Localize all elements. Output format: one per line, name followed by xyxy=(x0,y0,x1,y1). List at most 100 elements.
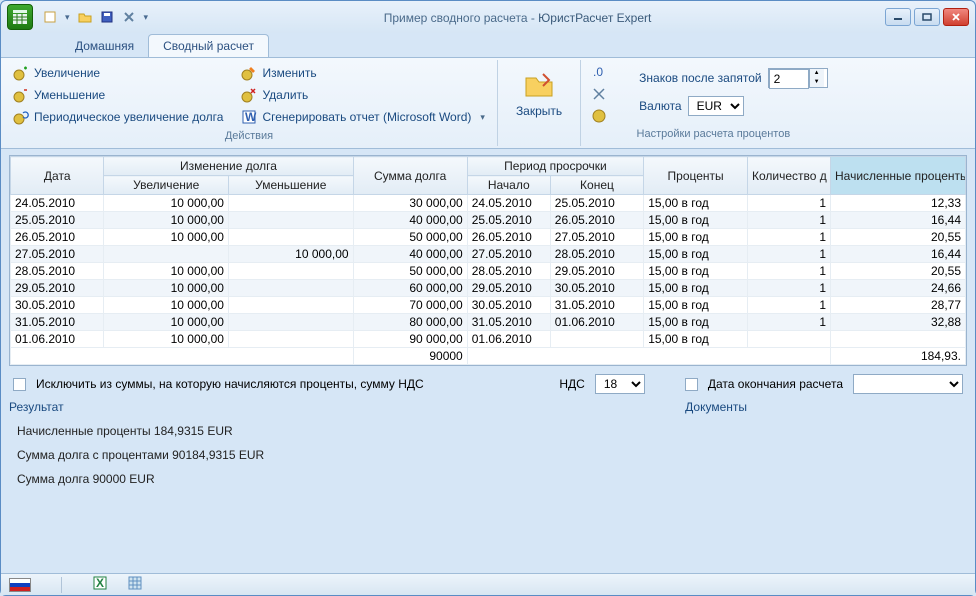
decrease-button[interactable]: Уменьшение xyxy=(11,86,225,104)
qat-dropdown2-icon[interactable]: ▾ xyxy=(142,12,151,23)
cell[interactable]: 10 000,00 xyxy=(104,195,229,212)
cell[interactable]: 28.05.2010 xyxy=(467,263,550,280)
col-accrued[interactable]: Начисленные проценты xyxy=(831,157,966,195)
cell[interactable]: 80 000,00 xyxy=(353,314,467,331)
cell[interactable]: 70 000,00 xyxy=(353,297,467,314)
cell[interactable]: 20,55 xyxy=(831,229,966,246)
cell[interactable]: 90 000,00 xyxy=(353,331,467,348)
cell[interactable]: 01.06.2010 xyxy=(550,314,643,331)
table-row[interactable]: 24.05.201010 000,0030 000,0024.05.201025… xyxy=(11,195,966,212)
cell[interactable]: 15,00 в год xyxy=(644,195,748,212)
col-debt-change[interactable]: Изменение долга xyxy=(104,157,353,176)
cell[interactable]: 01.06.2010 xyxy=(11,331,104,348)
cell[interactable]: 27.05.2010 xyxy=(467,246,550,263)
cell[interactable]: 10 000,00 xyxy=(104,297,229,314)
cell[interactable]: 16,44 xyxy=(831,212,966,229)
col-start[interactable]: Начало xyxy=(467,176,550,195)
cell[interactable] xyxy=(228,314,353,331)
cell[interactable]: 15,00 в год xyxy=(644,297,748,314)
cell[interactable]: 01.06.2010 xyxy=(467,331,550,348)
cell[interactable]: 31.05.2010 xyxy=(11,314,104,331)
cell[interactable]: 31.05.2010 xyxy=(550,297,643,314)
cell[interactable]: 1 xyxy=(747,263,830,280)
cell[interactable]: 26.05.2010 xyxy=(550,212,643,229)
grid-icon[interactable] xyxy=(128,576,142,593)
cell[interactable] xyxy=(104,246,229,263)
generate-report-button[interactable]: WСгенерировать отчет (Microsoft Word)▾ xyxy=(239,108,486,126)
cell[interactable]: 1 xyxy=(747,246,830,263)
spin-up-icon[interactable]: ▲ xyxy=(810,69,824,78)
cell[interactable] xyxy=(747,331,830,348)
cell[interactable] xyxy=(228,229,353,246)
edit-button[interactable]: Изменить xyxy=(239,64,486,82)
cell[interactable]: 24.05.2010 xyxy=(467,195,550,212)
cell[interactable]: 29.05.2010 xyxy=(550,263,643,280)
save-icon[interactable] xyxy=(98,8,116,26)
cell[interactable] xyxy=(228,280,353,297)
cell[interactable]: 25.05.2010 xyxy=(467,212,550,229)
col-debt-sum[interactable]: Сумма долга xyxy=(353,157,467,195)
table-row[interactable]: 29.05.201010 000,0060 000,0029.05.201030… xyxy=(11,280,966,297)
decimals-spinner[interactable]: ▲▼ xyxy=(768,68,828,88)
close-doc-button[interactable]: Закрыть xyxy=(508,64,570,122)
cell[interactable]: 27.05.2010 xyxy=(11,246,104,263)
table-row[interactable]: 01.06.201010 000,0090 000,0001.06.201015… xyxy=(11,331,966,348)
col-overdue[interactable]: Период просрочки xyxy=(467,157,643,176)
col-interest[interactable]: Проценты xyxy=(644,157,748,195)
cell[interactable]: 16,44 xyxy=(831,246,966,263)
col-increase[interactable]: Увеличение xyxy=(104,176,229,195)
cell[interactable]: 32,88 xyxy=(831,314,966,331)
currency-select[interactable]: EUR xyxy=(688,96,744,116)
cell[interactable]: 10 000,00 xyxy=(104,212,229,229)
new-icon[interactable] xyxy=(41,8,59,26)
cell[interactable] xyxy=(228,297,353,314)
cell[interactable]: 40 000,00 xyxy=(353,212,467,229)
table-row[interactable]: 27.05.201010 000,0040 000,0027.05.201028… xyxy=(11,246,966,263)
cell[interactable]: 26.05.2010 xyxy=(467,229,550,246)
table-row[interactable]: 26.05.201010 000,0050 000,0026.05.201027… xyxy=(11,229,966,246)
flag-russia-icon[interactable] xyxy=(9,578,31,592)
maximize-button[interactable] xyxy=(914,8,940,26)
cell[interactable]: 15,00 в год xyxy=(644,229,748,246)
cell[interactable]: 10 000,00 xyxy=(104,314,229,331)
col-end[interactable]: Конец xyxy=(550,176,643,195)
cell[interactable] xyxy=(228,212,353,229)
exclude-vat-checkbox[interactable] xyxy=(13,378,26,391)
cell[interactable]: 1 xyxy=(747,297,830,314)
cell[interactable]: 30.05.2010 xyxy=(550,280,643,297)
cell[interactable]: 1 xyxy=(747,280,830,297)
end-date-select[interactable] xyxy=(853,374,963,394)
cell[interactable]: 10 000,00 xyxy=(104,331,229,348)
qat-dropdown-icon[interactable]: ▾ xyxy=(63,12,72,23)
cell[interactable]: 30.05.2010 xyxy=(11,297,104,314)
cell[interactable]: 15,00 в год xyxy=(644,280,748,297)
cell[interactable]: 15,00 в год xyxy=(644,246,748,263)
cell[interactable]: 10 000,00 xyxy=(104,263,229,280)
cell[interactable] xyxy=(831,331,966,348)
cell[interactable]: 12,33 xyxy=(831,195,966,212)
cell[interactable]: 40 000,00 xyxy=(353,246,467,263)
cell[interactable]: 1 xyxy=(747,314,830,331)
excel-icon[interactable]: X xyxy=(92,575,108,594)
table-row[interactable]: 31.05.201010 000,0080 000,0031.05.201001… xyxy=(11,314,966,331)
cell[interactable]: 15,00 в год xyxy=(644,331,748,348)
cell[interactable]: 30.05.2010 xyxy=(467,297,550,314)
cell[interactable]: 1 xyxy=(747,195,830,212)
table-row[interactable]: 28.05.201010 000,0050 000,0028.05.201029… xyxy=(11,263,966,280)
table-row[interactable]: 25.05.201010 000,0040 000,0025.05.201026… xyxy=(11,212,966,229)
end-date-checkbox[interactable] xyxy=(685,378,698,391)
cell[interactable]: 31.05.2010 xyxy=(467,314,550,331)
table-row[interactable]: 30.05.201010 000,0070 000,0030.05.201031… xyxy=(11,297,966,314)
cell[interactable]: 15,00 в год xyxy=(644,263,748,280)
data-grid[interactable]: Дата Изменение долга Сумма долга Период … xyxy=(9,155,967,366)
cell[interactable]: 27.05.2010 xyxy=(550,229,643,246)
periodic-increase-button[interactable]: Периодическое увеличение долга xyxy=(11,108,225,126)
spin-down-icon[interactable]: ▼ xyxy=(810,78,824,87)
cell[interactable]: 10 000,00 xyxy=(104,229,229,246)
cell[interactable]: 24,66 xyxy=(831,280,966,297)
cell[interactable]: 15,00 в год xyxy=(644,314,748,331)
increase-button[interactable]: Увеличение xyxy=(11,64,225,82)
close-button[interactable] xyxy=(943,8,969,26)
cell[interactable]: 24.05.2010 xyxy=(11,195,104,212)
tools-icon[interactable] xyxy=(120,8,138,26)
